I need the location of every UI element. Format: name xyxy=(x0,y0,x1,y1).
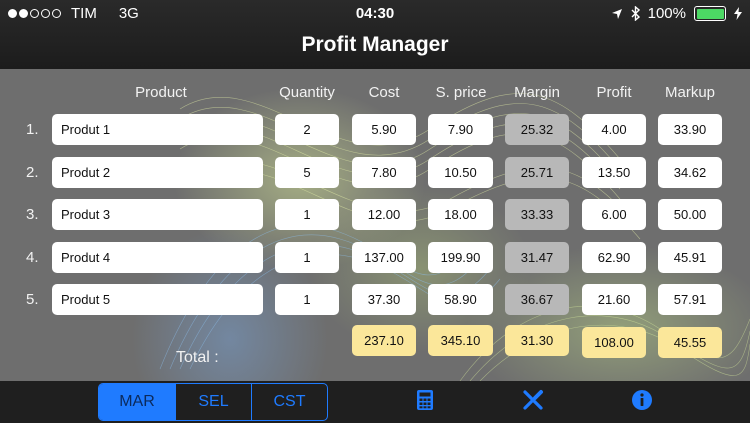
profit-value: 6.00 xyxy=(582,199,646,230)
sale-price-input[interactable]: 10.50 xyxy=(428,157,493,188)
bluetooth-icon xyxy=(631,6,640,21)
total-markup: 45.55 xyxy=(658,327,722,358)
row-number: 3. xyxy=(26,206,39,223)
page-title: Profit Manager xyxy=(301,33,449,56)
sale-price-input[interactable]: 199.90 xyxy=(428,242,493,273)
markup-value: 50.00 xyxy=(658,199,722,230)
cost-input[interactable]: 12.00 xyxy=(352,199,416,230)
margin-value: 33.33 xyxy=(505,199,569,230)
header-cost: Cost xyxy=(368,84,400,101)
markup-value: 45.91 xyxy=(658,242,722,273)
total-sale-price: 345.10 xyxy=(428,325,493,356)
cost-input[interactable]: 7.80 xyxy=(352,157,416,188)
row-number: 4. xyxy=(26,249,39,266)
profit-value: 62.90 xyxy=(582,242,646,273)
margin-value: 25.71 xyxy=(505,157,569,188)
segment-mar[interactable]: MAR xyxy=(99,384,175,420)
segment-cst[interactable]: CST xyxy=(251,384,327,420)
total-margin: 31.30 xyxy=(505,325,569,356)
total-cost: 237.10 xyxy=(352,325,416,356)
header-profit: Profit xyxy=(596,84,632,101)
battery-icon xyxy=(694,6,726,21)
profit-value: 13.50 xyxy=(582,157,646,188)
segment-sel[interactable]: SEL xyxy=(175,384,251,420)
margin-value: 25.32 xyxy=(505,114,569,145)
charging-bolt-icon xyxy=(734,7,742,20)
total-label: Total : xyxy=(176,349,219,366)
profit-value: 4.00 xyxy=(582,114,646,145)
cost-input[interactable]: 5.90 xyxy=(352,114,416,145)
header-sale-price: S. price xyxy=(435,84,487,101)
markup-value: 33.90 xyxy=(658,114,722,145)
location-arrow-icon xyxy=(611,8,622,19)
top-bar: TIM 3G 04:30 100% Profit Manager xyxy=(0,0,750,69)
status-bar: TIM 3G 04:30 100% xyxy=(0,0,750,28)
margin-value: 36.67 xyxy=(505,284,569,315)
product-name-input[interactable]: Produt 5 xyxy=(52,284,263,315)
sale-price-input[interactable]: 18.00 xyxy=(428,199,493,230)
sale-price-input[interactable]: 7.90 xyxy=(428,114,493,145)
header-quantity: Quantity xyxy=(279,84,335,101)
profit-value: 21.60 xyxy=(582,284,646,315)
clear-icon[interactable] xyxy=(521,388,545,412)
cost-input[interactable]: 137.00 xyxy=(352,242,416,273)
cost-input[interactable]: 37.30 xyxy=(352,284,416,315)
quantity-input[interactable]: 2 xyxy=(275,114,339,145)
product-name-input[interactable]: Produt 1 xyxy=(52,114,263,145)
sale-price-input[interactable]: 58.90 xyxy=(428,284,493,315)
quantity-input[interactable]: 1 xyxy=(275,199,339,230)
calculator-icon[interactable] xyxy=(413,388,437,412)
header-markup: Markup xyxy=(664,84,716,101)
quantity-input[interactable]: 1 xyxy=(275,242,339,273)
mode-segmented-control: MAR SEL CST xyxy=(98,383,328,421)
product-name-input[interactable]: Produt 2 xyxy=(52,157,263,188)
total-profit: 108.00 xyxy=(582,327,646,358)
quantity-input[interactable]: 1 xyxy=(275,284,339,315)
margin-value: 31.47 xyxy=(505,242,569,273)
row-number: 5. xyxy=(26,291,39,308)
markup-value: 34.62 xyxy=(658,157,722,188)
header-product: Product xyxy=(135,84,187,101)
quantity-input[interactable]: 5 xyxy=(275,157,339,188)
header-margin: Margin xyxy=(514,84,560,101)
info-icon[interactable] xyxy=(630,388,654,412)
battery-percent: 100% xyxy=(647,5,686,22)
markup-value: 57.91 xyxy=(658,284,722,315)
row-number: 1. xyxy=(26,121,39,138)
product-name-input[interactable]: Produt 3 xyxy=(52,199,263,230)
product-name-input[interactable]: Produt 4 xyxy=(52,242,263,273)
row-number: 2. xyxy=(26,164,39,181)
